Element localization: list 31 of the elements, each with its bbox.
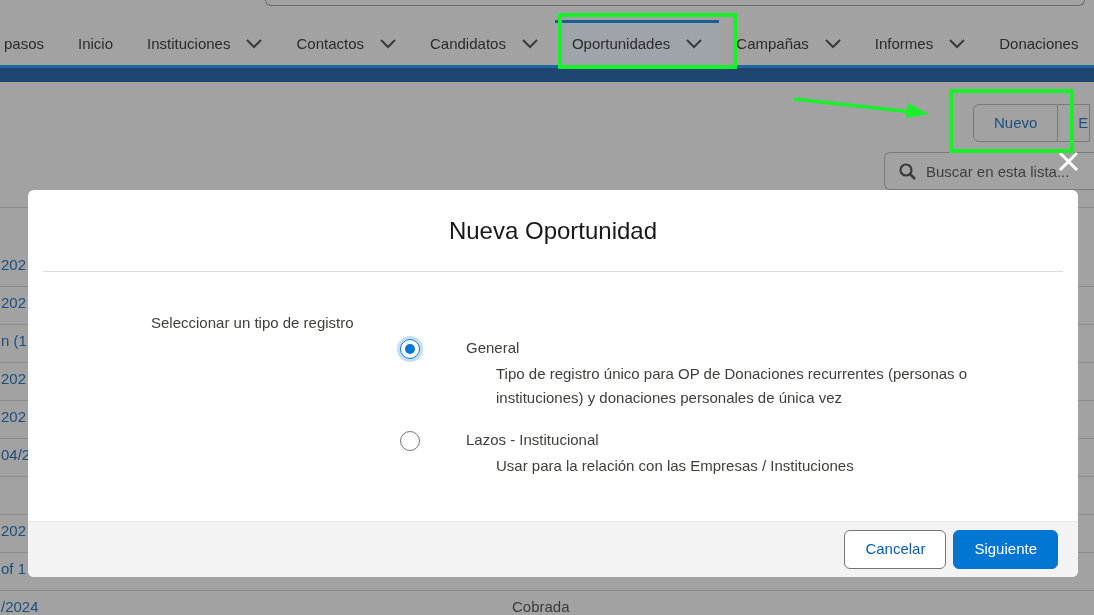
table-cell[interactable]: 04/2 [1, 444, 31, 467]
nav-tab[interactable]: Campañas [719, 20, 858, 65]
search-icon [899, 163, 916, 180]
nav-tab[interactable]: Contactos [279, 20, 413, 65]
radio-button[interactable] [400, 339, 420, 359]
table-cell[interactable]: 202 [1, 368, 27, 391]
table-cell[interactable]: 202 [1, 254, 27, 277]
modal-title: Nueva Oportunidad [448, 215, 658, 246]
nav-tab[interactable]: pasos [0, 20, 62, 65]
new-button[interactable]: Nuevo [973, 104, 1059, 142]
field-label: Seleccionar un tipo de registro [151, 313, 354, 333]
option-description: Usar para la relación con las Empresas / Instituciones [496, 456, 855, 476]
nav-tab[interactable]: Inicio [61, 20, 131, 65]
search-field[interactable]: Buscar en esta lista... [884, 152, 1094, 190]
table-cell[interactable]: of 1 [1, 558, 27, 581]
table-cell[interactable]: 202 [1, 292, 27, 315]
cancel-button[interactable]: Cancelar [844, 530, 947, 569]
nav-tab[interactable]: Donaciones [982, 20, 1094, 65]
table-cell[interactable]: 202 [1, 406, 27, 429]
nav-tab[interactable]: Candidatos [413, 20, 555, 65]
option-description: Tipo de registro único para OP de Donaciones recurrentes (personas o instituciones) y donaciones personales de única vez [496, 364, 969, 408]
nav-tab[interactable]: Informes [857, 20, 983, 65]
table-cell[interactable]: n (1 [1, 330, 27, 353]
option-label[interactable]: General [466, 338, 1026, 358]
table-cell[interactable]: 202 [1, 520, 27, 543]
option-label[interactable]: Lazos - Institucional [466, 430, 1026, 450]
nav-tab[interactable]: Oportunidades [554, 20, 720, 65]
nav-tab[interactable]: Instituciones [130, 20, 280, 65]
next-button[interactable]: Siguiente [953, 530, 1058, 569]
table-cell-text: Cobrada [512, 597, 570, 615]
table-cell[interactable]: /2024 [1, 596, 39, 615]
